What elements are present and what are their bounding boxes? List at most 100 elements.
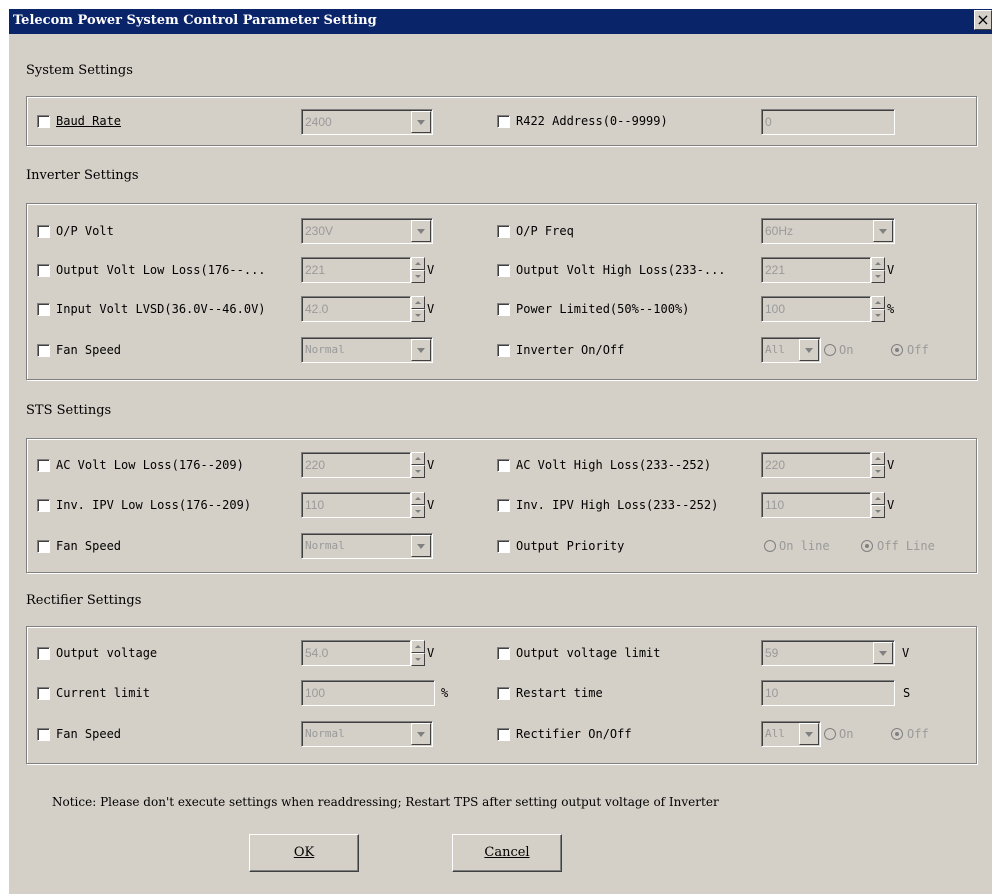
spinner[interactable]	[411, 452, 425, 478]
inverter-onoff-checkbox[interactable]	[497, 344, 510, 357]
ac-volt-high-loss-input[interactable]: 220	[761, 452, 871, 478]
inverter-fan-speed-select[interactable]: Normal	[301, 337, 433, 363]
spin-up-icon[interactable]	[411, 452, 425, 465]
rectifier-fan-speed-label: Fan Speed	[56, 727, 122, 741]
spinner[interactable]	[411, 257, 425, 283]
output-priority-checkbox[interactable]	[497, 540, 510, 553]
restart-time-checkbox[interactable]	[497, 687, 510, 700]
spinner[interactable]	[871, 257, 885, 283]
output-voltage-limit-checkbox[interactable]	[497, 647, 510, 660]
rectifier-onoff-checkbox[interactable]	[497, 728, 510, 741]
offline-radio[interactable]	[861, 540, 873, 552]
dropdown-arrow-icon[interactable]	[873, 220, 893, 242]
dropdown-arrow-icon[interactable]	[411, 535, 431, 557]
baud-rate-checkbox[interactable]	[37, 115, 50, 128]
spin-down-icon[interactable]	[871, 309, 885, 322]
ac-volt-high-loss-checkbox[interactable]	[497, 459, 510, 472]
cancel-button[interactable]: Cancel	[452, 834, 562, 872]
spin-up-icon[interactable]	[411, 296, 425, 309]
output-volt-high-loss-checkbox[interactable]	[497, 264, 510, 277]
output-voltage-input[interactable]: 54.0	[301, 640, 411, 666]
inverter-on-radio[interactable]	[824, 344, 836, 356]
spin-down-icon[interactable]	[411, 465, 425, 478]
spin-up-icon[interactable]	[871, 257, 885, 270]
spin-down-icon[interactable]	[871, 270, 885, 283]
dropdown-arrow-icon[interactable]	[799, 723, 819, 745]
spin-down-icon[interactable]	[871, 465, 885, 478]
spinner[interactable]	[871, 492, 885, 518]
op-freq-select[interactable]: 60Hz	[761, 218, 895, 244]
output-volt-low-loss-checkbox[interactable]	[37, 264, 50, 277]
dropdown-arrow-icon[interactable]	[411, 111, 431, 133]
dropdown-arrow-icon[interactable]	[411, 220, 431, 242]
op-freq-checkbox[interactable]	[497, 225, 510, 238]
spin-down-icon[interactable]	[411, 270, 425, 283]
op-freq-label: O/P Freq	[516, 224, 574, 238]
inv-ipv-low-loss-input[interactable]: 110	[301, 492, 411, 518]
input-volt-lvsd-input[interactable]: 42.0	[301, 296, 411, 322]
unit-label: V	[427, 263, 435, 277]
unit-label: V	[427, 458, 435, 472]
spin-down-icon[interactable]	[411, 653, 425, 666]
spinner[interactable]	[871, 452, 885, 478]
current-limit-label: Current limit	[56, 686, 150, 700]
current-limit-input[interactable]: 100	[301, 680, 435, 706]
dropdown-arrow-icon[interactable]	[411, 339, 431, 361]
rectifier-fan-speed-select[interactable]: Normal	[301, 721, 433, 747]
op-volt-checkbox[interactable]	[37, 225, 50, 238]
inv-ipv-low-loss-checkbox[interactable]	[37, 499, 50, 512]
title-bar: Telecom Power System Control Parameter S…	[9, 9, 992, 34]
spin-up-icon[interactable]	[411, 492, 425, 505]
spin-down-icon[interactable]	[871, 505, 885, 518]
spin-up-icon[interactable]	[871, 452, 885, 465]
rectifier-on-radio[interactable]	[824, 728, 836, 740]
sts-fan-speed-checkbox[interactable]	[37, 540, 50, 553]
spinner[interactable]	[871, 296, 885, 322]
online-radio[interactable]	[764, 540, 776, 552]
r422-address-input[interactable]: 0	[761, 109, 895, 135]
ok-button[interactable]: OK	[249, 834, 359, 872]
input-volt-lvsd-checkbox[interactable]	[37, 303, 50, 316]
rectifier-on-label: On	[839, 727, 854, 741]
offline-label: Off Line	[877, 539, 935, 553]
ac-volt-low-loss-input[interactable]: 220	[301, 452, 411, 478]
power-limited-input[interactable]: 100	[761, 296, 871, 322]
restart-time-input[interactable]: 10	[761, 680, 895, 706]
rectifier-fan-speed-checkbox[interactable]	[37, 728, 50, 741]
spin-down-icon[interactable]	[411, 309, 425, 322]
current-limit-checkbox[interactable]	[37, 687, 50, 700]
spin-up-icon[interactable]	[871, 492, 885, 505]
unit-label: V	[427, 646, 435, 660]
online-label: On line	[779, 539, 830, 553]
output-voltage-limit-select[interactable]: 59	[761, 640, 895, 666]
rectifier-onoff-select[interactable]: All	[761, 721, 821, 747]
power-limited-checkbox[interactable]	[497, 303, 510, 316]
inv-ipv-high-loss-input[interactable]: 110	[761, 492, 871, 518]
spinner[interactable]	[411, 492, 425, 518]
dropdown-arrow-icon[interactable]	[873, 642, 893, 664]
spin-up-icon[interactable]	[871, 296, 885, 309]
baud-rate-select[interactable]: 2400	[301, 109, 433, 135]
dropdown-arrow-icon[interactable]	[799, 339, 819, 361]
dropdown-arrow-icon[interactable]	[411, 723, 431, 745]
inverter-off-radio[interactable]	[891, 344, 903, 356]
spinner[interactable]	[411, 640, 425, 666]
inverter-fan-speed-checkbox[interactable]	[37, 344, 50, 357]
ac-volt-low-loss-checkbox[interactable]	[37, 459, 50, 472]
op-volt-select[interactable]: 230V	[301, 218, 433, 244]
spin-down-icon[interactable]	[411, 505, 425, 518]
sts-fan-speed-select[interactable]: Normal	[301, 533, 433, 559]
inv-ipv-high-loss-checkbox[interactable]	[497, 499, 510, 512]
rectifier-off-radio[interactable]	[891, 728, 903, 740]
inv-ipv-low-loss-label: Inv. IPV Low Loss(176--209)	[56, 498, 252, 512]
output-voltage-checkbox[interactable]	[37, 647, 50, 660]
inverter-onoff-select[interactable]: All	[761, 337, 821, 363]
spin-up-icon[interactable]	[411, 640, 425, 653]
sts-settings-title: STS Settings	[26, 403, 112, 418]
output-volt-low-loss-input[interactable]: 221	[301, 257, 411, 283]
output-volt-high-loss-input[interactable]: 221	[761, 257, 871, 283]
spin-up-icon[interactable]	[411, 257, 425, 270]
close-button[interactable]: ×	[974, 10, 992, 30]
r422-address-checkbox[interactable]	[497, 115, 510, 128]
spinner[interactable]	[411, 296, 425, 322]
